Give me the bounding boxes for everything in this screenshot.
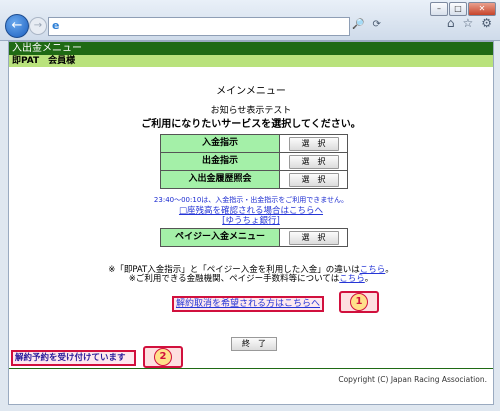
cancel-link-box: 解約取消を希望される方はこちらへ: [172, 296, 324, 312]
number-1-icon: 1: [350, 293, 368, 311]
header-user: 即PAT 会員様: [9, 55, 493, 67]
star-icon[interactable]: ☆: [462, 16, 473, 30]
home-icon[interactable]: ⌂: [447, 16, 455, 30]
footer-divider: [9, 368, 493, 369]
menu-row-history: 入出金履歴照会 選 択: [160, 170, 348, 189]
fee-link[interactable]: こちら: [339, 274, 365, 284]
fee-note-suffix: 。: [364, 274, 374, 284]
select-button-withdraw[interactable]: 選 択: [288, 154, 339, 169]
annotation-badge-1: 1: [339, 291, 379, 313]
annotation-badge-2: 2: [143, 346, 183, 368]
window-controls: – □ ✕: [430, 2, 496, 16]
ie-icon: e: [52, 19, 60, 32]
page-title: メインメニュー: [216, 86, 286, 97]
browser-tools: ⌂ ☆ ⚙: [447, 16, 492, 30]
cancel-withdrawal-link[interactable]: 解約取消を希望される方はこちらへ: [176, 299, 320, 309]
address-tools: 🔎 ⟳: [352, 19, 381, 30]
select-button-history[interactable]: 選 択: [288, 172, 339, 187]
refresh-icon[interactable]: ⟳: [372, 19, 380, 30]
select-button-deposit[interactable]: 選 択: [288, 136, 339, 151]
gear-icon[interactable]: ⚙: [481, 16, 492, 30]
select-button-payeasy[interactable]: 選 択: [288, 230, 339, 245]
address-bar[interactable]: e: [48, 17, 350, 36]
menu-row-payeasy: ペイジー入金メニュー 選 択: [160, 228, 348, 247]
yucho-link[interactable]: [ゆうちょ銀行]: [222, 216, 280, 226]
menu-label-payeasy: ペイジー入金メニュー: [161, 229, 280, 246]
menu-label-history: 入出金履歴照会: [161, 171, 280, 188]
menu-row-deposit: 入金指示 選 択: [160, 134, 348, 153]
fee-note-text: ※ご利用できる金融機関、ペイジー手数料等については: [128, 274, 340, 284]
browser-chrome: – □ ✕ ← → e 🔎 ⟳ ⌂ ☆ ⚙: [0, 0, 500, 41]
header-title: 入出金メニュー: [9, 42, 493, 55]
back-button[interactable]: ←: [5, 14, 29, 38]
menu-label-withdraw: 出金指示: [161, 153, 280, 170]
maximize-button[interactable]: □: [449, 2, 467, 16]
page-content: 入出金メニュー 即PAT 会員様 メインメニュー お知らせ表示テスト ご利用にな…: [8, 41, 494, 405]
close-button[interactable]: ✕: [468, 2, 496, 16]
forward-button[interactable]: →: [29, 17, 47, 35]
fee-note: ※ご利用できる金融機関、ペイジー手数料等についてはこちら。: [9, 272, 493, 284]
finish-button[interactable]: 終 了: [231, 337, 277, 351]
minimize-button[interactable]: –: [430, 2, 448, 16]
menu-row-withdraw: 出金指示 選 択: [160, 152, 348, 171]
prompt-text: ご利用になりたいサービスを選択してください。: [141, 119, 361, 130]
status-message: 解約予約を受け付けています: [11, 350, 136, 366]
copyright: Copyright (C) Japan Racing Association.: [338, 375, 487, 384]
menu-label-deposit: 入金指示: [161, 135, 280, 152]
search-icon[interactable]: 🔎: [352, 19, 364, 30]
number-2-icon: 2: [154, 348, 172, 366]
